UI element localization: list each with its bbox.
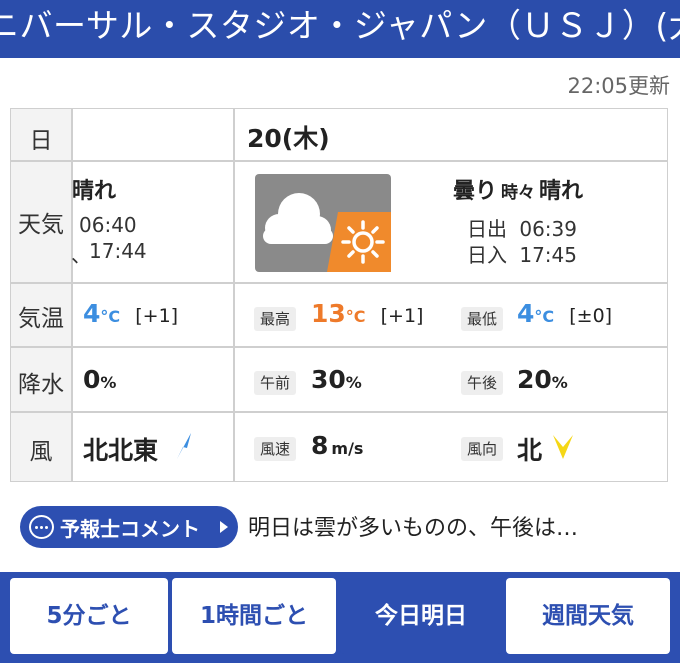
date-label: 20(木): [247, 124, 330, 153]
max-temp-label: 最高: [254, 307, 297, 331]
forecaster-comment-label: 予報士コメント: [60, 517, 200, 541]
weather-icon: [255, 174, 391, 272]
row-label-column: [11, 109, 71, 481]
left-temp: 4°C [+1]: [83, 299, 179, 328]
tab-today-tomorrow[interactable]: 今日明日: [340, 578, 502, 654]
wind-arrow-north-icon: [553, 435, 573, 459]
right-wind-direction: 北: [517, 436, 543, 465]
left-sunrise: 06:40: [79, 213, 137, 237]
row-label-precip: 降水: [18, 372, 64, 398]
forecaster-comment-text[interactable]: 明日は雲が多いものの、午後は…: [248, 510, 578, 542]
right-sunrise: 日出 06:39: [467, 217, 577, 241]
max-temp: 13°C [+1]: [311, 299, 424, 328]
wind-speed: 8 m/s: [311, 431, 364, 460]
cloudy-then-sunny-icon: [255, 174, 391, 272]
row-label-temp: 気温: [18, 306, 64, 332]
forecaster-comment-button[interactable]: 予報士コメント: [20, 506, 238, 548]
chevron-right-icon: [220, 521, 228, 533]
pm-precip: 20%: [517, 365, 568, 394]
am-precip: 30%: [311, 365, 362, 394]
left-sunset: 17:44: [89, 239, 147, 263]
tab-hourly[interactable]: 1時間ごと: [172, 578, 336, 654]
page-title: ニバーサル・スタジオ・ジャパン（ＵＳＪ）(大阪市: [0, 6, 680, 45]
right-sunset: 日入 17:45: [467, 243, 577, 267]
pm-precip-label: 午後: [461, 371, 504, 395]
chat-bubble-icon: [29, 515, 54, 539]
wind-arrow-icon: [177, 433, 191, 459]
tab-weekly[interactable]: 週間天気: [506, 578, 670, 654]
wind-speed-label: 風速: [254, 437, 297, 461]
left-sunset-label: 、: [71, 243, 91, 267]
right-weather: 曇り 時々 晴れ: [453, 179, 584, 204]
updated-time: 22:05更新: [567, 74, 670, 98]
min-temp: 4°C [±0]: [517, 299, 613, 328]
left-weather: 晴れ: [72, 179, 117, 204]
row-label-wind: 風: [29, 439, 53, 465]
header-bar: ニバーサル・スタジオ・ジャパン（ＵＳＪ）(大阪市: [0, 0, 680, 58]
left-wind-direction: 北北東: [83, 436, 159, 465]
row-label-weather: 天気: [18, 212, 64, 238]
row-label-day: 日: [29, 128, 53, 154]
wind-direction-label: 風向: [461, 437, 504, 461]
am-precip-label: 午前: [254, 371, 297, 395]
forecast-tabs: 5分ごと 1時間ごと 今日明日 週間天気: [0, 572, 680, 663]
left-precip: 0%: [83, 365, 117, 394]
min-temp-label: 最低: [461, 307, 504, 331]
tab-5min[interactable]: 5分ごと: [10, 578, 168, 654]
forecast-table: 日 天気 気温 降水 風 20(木) 晴れ 06:40 、 17:44 曇り 時…: [10, 108, 668, 482]
